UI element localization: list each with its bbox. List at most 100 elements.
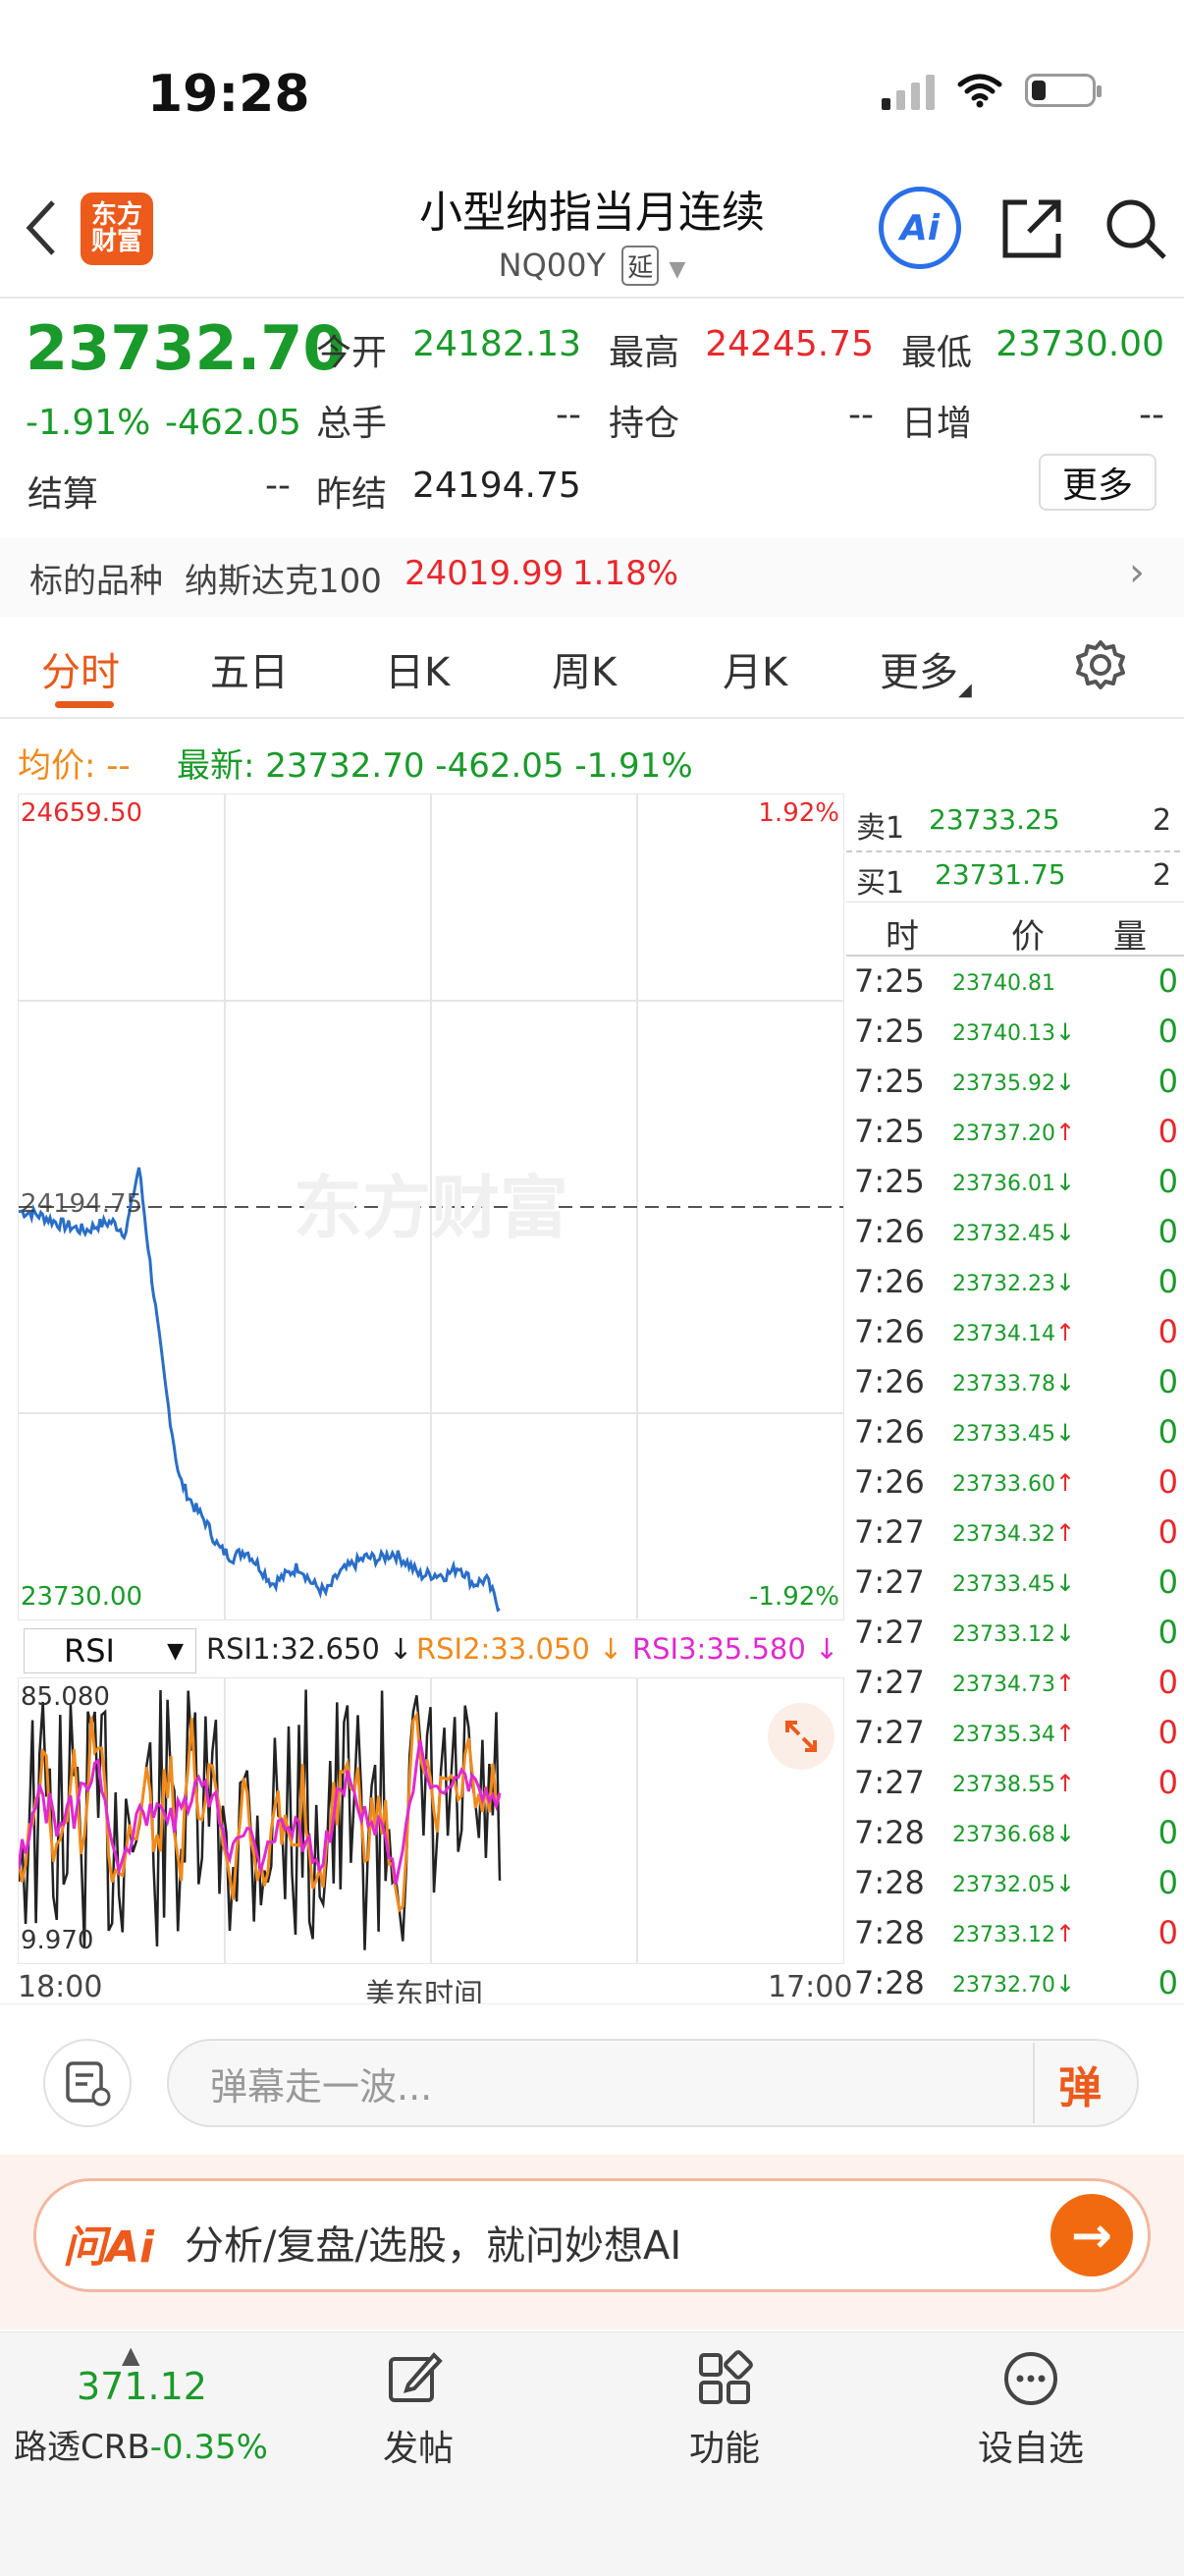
tick-price: 23733.78↓ bbox=[952, 1369, 1075, 1397]
tick-row: 7:25 23736.01↓ 0 bbox=[846, 1159, 1184, 1209]
tab-monthly-k[interactable]: 月K bbox=[723, 640, 787, 697]
rsi-chart[interactable]: 85.080 9.970 bbox=[18, 1677, 844, 1964]
functions-button[interactable] bbox=[695, 2349, 754, 2412]
tick-direction-arrow: ↑ bbox=[1054, 1670, 1076, 1697]
note-button[interactable] bbox=[43, 2039, 132, 2127]
tick-price: 23734.32↑ bbox=[952, 1519, 1075, 1547]
change-percent: -1.91% bbox=[26, 403, 151, 443]
tick-price-value: 23733.60 bbox=[952, 1472, 1055, 1497]
tick-price-value: 23734.14 bbox=[952, 1322, 1055, 1346]
tick-price-value: 23732.23 bbox=[952, 1272, 1055, 1296]
tick-time: 7:28 bbox=[854, 1814, 925, 1851]
tick-price: 23737.20↑ bbox=[952, 1119, 1075, 1146]
ai-button[interactable]: Ai bbox=[879, 187, 961, 269]
daily-increase-label: 日增 bbox=[901, 404, 973, 444]
tick-row: 7:28 23732.05↓ 0 bbox=[846, 1860, 1184, 1910]
share-button[interactable] bbox=[999, 196, 1064, 265]
search-button[interactable] bbox=[1103, 196, 1168, 265]
tick-time: 7:26 bbox=[854, 1413, 925, 1451]
expand-button[interactable] bbox=[768, 1703, 834, 1770]
rsi-chart-svg bbox=[19, 1678, 638, 1963]
more-dots-icon bbox=[1004, 2352, 1057, 2405]
caret-icon: ◢ bbox=[958, 680, 972, 700]
tab-intraday[interactable]: 分时 bbox=[41, 640, 120, 697]
pct-min-label: -1.92% bbox=[749, 1582, 839, 1612]
underlying-price: 24019.99 bbox=[404, 554, 565, 593]
cellular-signal-icon bbox=[882, 71, 935, 110]
tick-price-value: 23736.01 bbox=[952, 1172, 1055, 1196]
prev-settle-value: 24194.75 bbox=[412, 466, 581, 506]
post-button[interactable] bbox=[385, 2349, 444, 2412]
tick-time: 7:26 bbox=[854, 1363, 925, 1400]
more-button[interactable]: 更多 bbox=[1039, 454, 1157, 511]
tick-time: 7:28 bbox=[854, 1864, 925, 1901]
tick-row: 7:27 23735.34↑ 0 bbox=[846, 1710, 1184, 1760]
tick-direction-arrow: ↓ bbox=[1054, 1219, 1076, 1246]
ask1-price: 23733.25 bbox=[929, 803, 1060, 836]
open-interest-label: 持仓 bbox=[609, 404, 680, 444]
tab-indicator bbox=[55, 701, 114, 708]
tab-five-day[interactable]: 五日 bbox=[210, 640, 289, 697]
indicator-select[interactable]: RSI ▼ bbox=[24, 1628, 196, 1673]
grid-icon bbox=[699, 2350, 753, 2404]
tick-row: 7:27 23733.45↓ 0 bbox=[846, 1560, 1184, 1610]
tick-time: 7:25 bbox=[854, 1063, 925, 1100]
nav-functions-label[interactable]: 功能 bbox=[689, 2420, 760, 2471]
nav-post-label[interactable]: 发帖 bbox=[383, 2420, 454, 2471]
tick-volume: 0 bbox=[1157, 1313, 1178, 1350]
ask-ai-prompt: 分析/复盘/选股，就问妙想AI bbox=[185, 2223, 682, 2269]
tick-price: 23736.68↓ bbox=[952, 1820, 1075, 1847]
ask-ai-go-button[interactable]: → bbox=[1050, 2194, 1133, 2276]
battery-icon bbox=[1025, 74, 1102, 107]
tick-volume: 0 bbox=[1157, 1113, 1178, 1150]
tick-price-value: 23733.12 bbox=[952, 1622, 1055, 1647]
intraday-chart[interactable]: 东方财富 24659.50 1.92% 23730.00 -1.92% 2419… bbox=[18, 794, 844, 1620]
tick-direction-arrow: ↑ bbox=[1054, 1770, 1076, 1797]
tick-price: 23736.01↓ bbox=[952, 1169, 1075, 1196]
tick-volume: 0 bbox=[1157, 962, 1178, 1000]
tick-row: 7:28 23736.68↓ 0 bbox=[846, 1810, 1184, 1860]
tick-price: 23732.45↓ bbox=[952, 1219, 1075, 1246]
delayed-tag: 延 bbox=[621, 246, 660, 286]
tick-volume: 0 bbox=[1157, 1513, 1178, 1551]
crb-ticker[interactable]: 路透CRB-0.35% bbox=[14, 2420, 268, 2468]
tick-price: 23733.60↑ bbox=[952, 1469, 1075, 1497]
danmu-placeholder: 弹幕走一波... bbox=[210, 2065, 433, 2109]
col-volume: 量 bbox=[1113, 917, 1147, 957]
nav-watchlist-label[interactable]: 设自选 bbox=[978, 2420, 1084, 2471]
danmu-toggle-button[interactable]: 弹 bbox=[1058, 2053, 1102, 2115]
open-interest-value: -- bbox=[848, 395, 874, 435]
tick-volume: 0 bbox=[1157, 1764, 1178, 1801]
tick-price: 23740.13↓ bbox=[952, 1018, 1075, 1046]
caret-down-icon: ▼ bbox=[167, 1638, 184, 1664]
tab-weekly-k[interactable]: 周K bbox=[552, 640, 617, 697]
tick-time: 7:27 bbox=[854, 1513, 925, 1551]
wifi-icon bbox=[957, 74, 1002, 108]
tick-row: 7:26 23732.23↓ 0 bbox=[846, 1259, 1184, 1309]
tick-price: 23733.45↓ bbox=[952, 1419, 1075, 1447]
tick-direction-arrow: ↓ bbox=[1054, 1269, 1076, 1296]
tick-direction-arrow: ↓ bbox=[1054, 1820, 1076, 1847]
col-price: 价 bbox=[1011, 917, 1045, 957]
tick-row: 7:26 23733.60↑ 0 bbox=[846, 1459, 1184, 1509]
tick-price: 23734.14↑ bbox=[952, 1319, 1075, 1346]
tick-direction-arrow: ↑ bbox=[1054, 1319, 1076, 1346]
tick-price-value: 23740.13 bbox=[952, 1021, 1055, 1046]
tick-price-value: 23733.45 bbox=[952, 1422, 1055, 1447]
tick-volume: 0 bbox=[1157, 1964, 1178, 2001]
tick-price-value: 23734.32 bbox=[952, 1522, 1055, 1547]
settings-button[interactable] bbox=[1074, 638, 1127, 695]
x-end-label: 17:00 bbox=[768, 1970, 853, 2004]
tick-price-value: 23733.12 bbox=[952, 1923, 1055, 1947]
status-icons bbox=[882, 71, 1102, 110]
tab-daily-k[interactable]: 日K bbox=[385, 640, 450, 697]
open-label: 今开 bbox=[316, 333, 388, 373]
add-watchlist-button[interactable] bbox=[1001, 2349, 1060, 2412]
tick-volume: 0 bbox=[1157, 1864, 1178, 1901]
rsi2-value: RSI2:33.050 ↓ bbox=[416, 1632, 623, 1666]
tab-more[interactable]: 更多◢ bbox=[880, 640, 972, 700]
tick-price-value: 23732.05 bbox=[952, 1873, 1055, 1897]
tick-row: 7:26 23734.14↑ 0 bbox=[846, 1309, 1184, 1359]
tick-volume: 0 bbox=[1157, 1163, 1178, 1200]
crb-value[interactable]: 371.12 bbox=[77, 2365, 207, 2408]
